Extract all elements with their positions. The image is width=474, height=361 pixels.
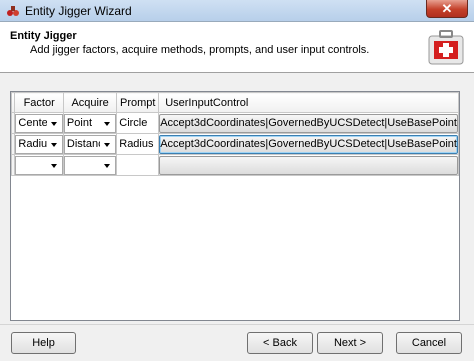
chevron-down-icon[interactable] [46,157,61,173]
control-cell: Accept3dCoordinates|GovernedByUCSDetect|… [158,133,459,155]
control-cell: Accept3dCoordinates|GovernedByUCSDetect|… [158,112,459,134]
factor-cell: Radius [14,133,64,155]
wizard-body: Factor Acquire Prompt UserInputControl C… [0,73,474,361]
prompt-cell[interactable]: Circle [116,112,160,134]
app-icon [7,6,19,16]
table-row [11,154,459,176]
column-header-acquire[interactable]: Acquire [62,92,118,113]
jigger-grid[interactable]: Factor Acquire Prompt UserInputControl C… [10,91,460,321]
back-button[interactable]: < Back [247,332,313,354]
chevron-down-icon[interactable] [46,136,61,152]
next-button[interactable]: Next > [317,332,383,354]
prompt-cell[interactable]: Radius [116,133,160,155]
column-header-factor[interactable]: Factor [14,92,64,113]
acquire-dropdown[interactable] [64,155,116,175]
control-cell [158,154,459,176]
wizard-header: Entity Jigger Add jigger factors, acquir… [0,22,474,73]
column-header-userinputcontrol[interactable]: UserInputControl [158,92,459,113]
acquire-dropdown[interactable]: Distance [64,134,116,154]
page-title: Entity Jigger [10,30,77,42]
factor-cell: Center [14,112,64,134]
cancel-button[interactable]: Cancel [396,332,462,354]
acquire-dropdown[interactable]: Point [64,113,116,133]
footer-divider [0,324,474,325]
chevron-down-icon[interactable] [46,115,61,131]
acquire-cell [62,154,118,176]
acquire-cell: Distance [62,133,118,155]
grid-table: Factor Acquire Prompt UserInputControl C… [11,92,459,176]
prompt-cell[interactable] [116,154,160,176]
page-subtitle: Add jigger factors, acquire methods, pro… [30,44,370,56]
acquire-cell: Point [62,112,118,134]
table-row: Center Point Circle Accept3dCoordinates|… [11,112,459,134]
user-input-control-button[interactable] [159,155,458,175]
factor-dropdown[interactable]: Center [15,113,63,133]
user-input-control-button[interactable]: Accept3dCoordinates|GovernedByUCSDetect|… [159,113,458,133]
header-row: Factor Acquire Prompt UserInputControl [11,92,459,113]
factor-dropdown[interactable]: Radius [15,134,63,154]
table-row: Radius Distance Radius Accept3dCoordinat… [11,133,459,155]
chevron-down-icon[interactable] [100,115,115,131]
user-input-control-button[interactable]: Accept3dCoordinates|GovernedByUCSDetect|… [159,134,458,154]
factor-cell [14,154,64,176]
chevron-down-icon[interactable] [100,157,115,173]
column-header-prompt[interactable]: Prompt [116,92,160,113]
acquire-value: Point [66,116,92,129]
factor-dropdown[interactable] [15,155,63,175]
prompt-value[interactable]: Circle [118,117,158,129]
close-button[interactable]: ✕ [426,0,468,18]
prompt-value[interactable]: Radius [118,138,158,150]
help-button[interactable]: Help [11,332,76,354]
chevron-down-icon[interactable] [100,136,115,152]
window-title: Entity Jigger Wizard [25,4,132,18]
first-aid-kit-icon [428,30,464,65]
title-bar[interactable]: Entity Jigger Wizard ✕ [0,0,474,22]
